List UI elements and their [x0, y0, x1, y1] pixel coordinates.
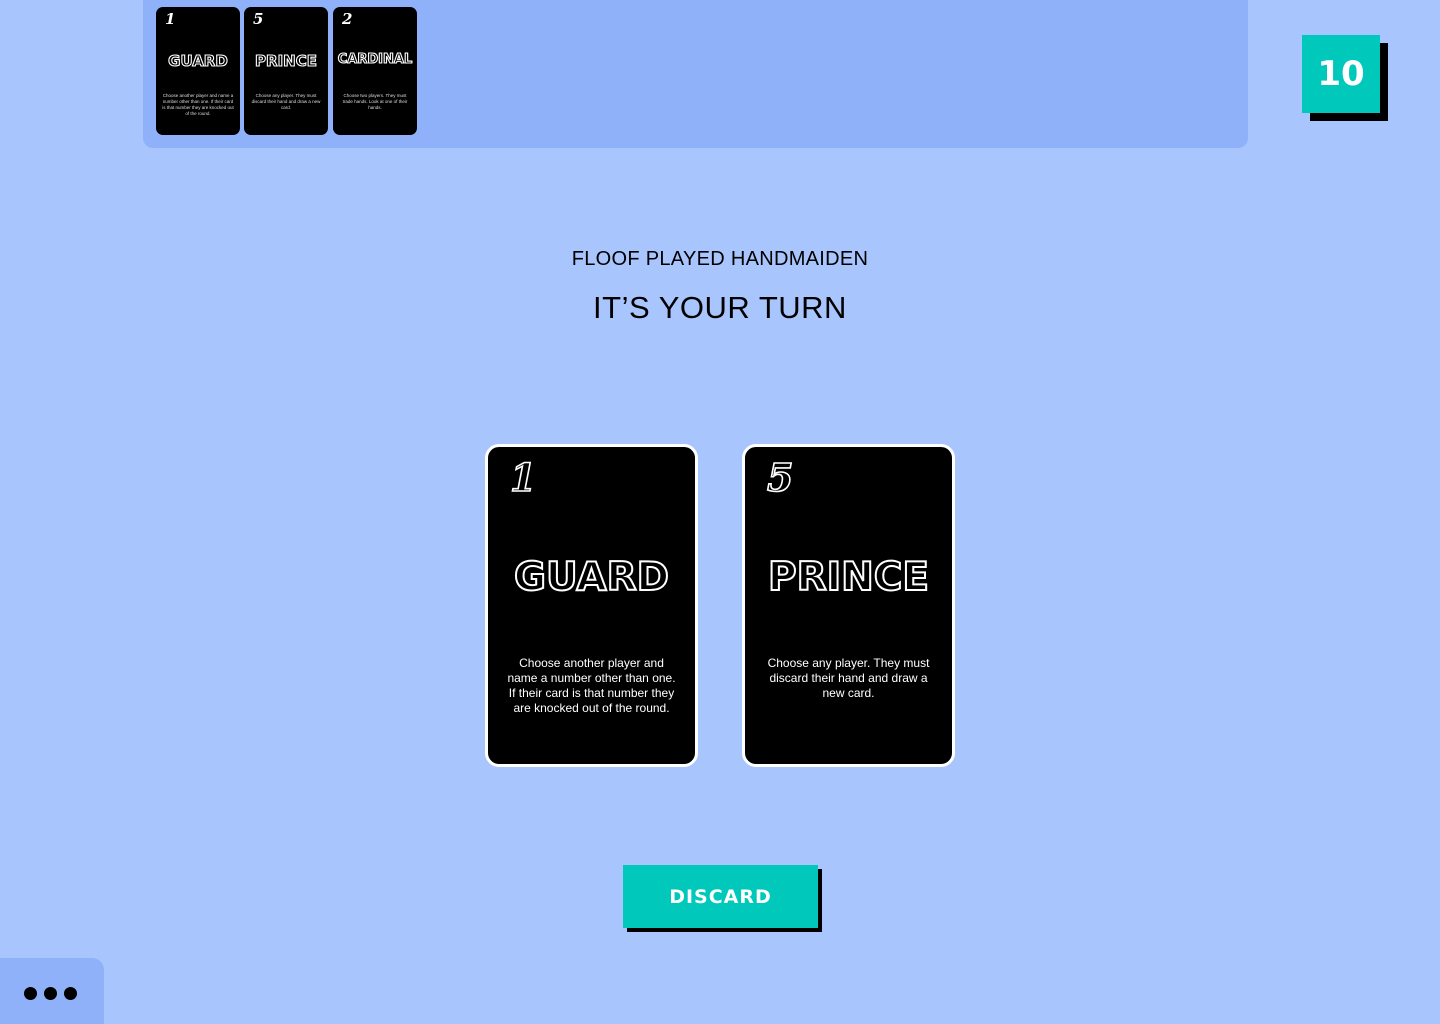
card-number: 1	[165, 10, 176, 28]
card-name: GUARD	[513, 554, 670, 601]
menu-button[interactable]	[0, 958, 104, 1024]
played-cards-tray: 1 GUARD Choose another player and name a…	[143, 0, 1248, 148]
played-card[interactable]: 2 CARDINAL Choose two players. They must…	[333, 7, 417, 135]
card-name: PRINCE	[254, 51, 317, 70]
turn-indicator: IT’S YOUR TURN	[593, 290, 847, 325]
hand-card-prince[interactable]: 5 PRINCE Choose any player. They must di…	[742, 444, 955, 767]
played-card[interactable]: 1 GUARD Choose another player and name a…	[156, 7, 240, 135]
card-description: Choose any player. They must discard the…	[767, 656, 930, 700]
score-badge: 10	[1302, 35, 1380, 113]
card-description: Choose any player. They must discard the…	[251, 93, 321, 110]
hand-card-guard[interactable]: 1 GUARD Choose another player and name a…	[485, 444, 698, 767]
played-card[interactable]: 5 PRINCE Choose any player. They must di…	[244, 7, 328, 135]
card-number: 5	[253, 10, 264, 28]
card-name: PRINCE	[767, 554, 930, 601]
card-description: Choose another player and name a number …	[162, 93, 234, 116]
card-description: Choose two players. They must trade hand…	[342, 93, 408, 110]
discard-button[interactable]: DISCARD	[623, 865, 818, 928]
card-number: 1	[509, 454, 537, 501]
card-number: 5	[766, 454, 794, 501]
card-number: 2	[342, 10, 353, 28]
card-description: Choose another player and name a number …	[507, 656, 676, 715]
card-name: GUARD	[168, 51, 229, 70]
last-move-status: FLOOF PLAYED HANDMAIDEN	[571, 248, 869, 270]
card-name: CARDINAL	[337, 51, 413, 67]
